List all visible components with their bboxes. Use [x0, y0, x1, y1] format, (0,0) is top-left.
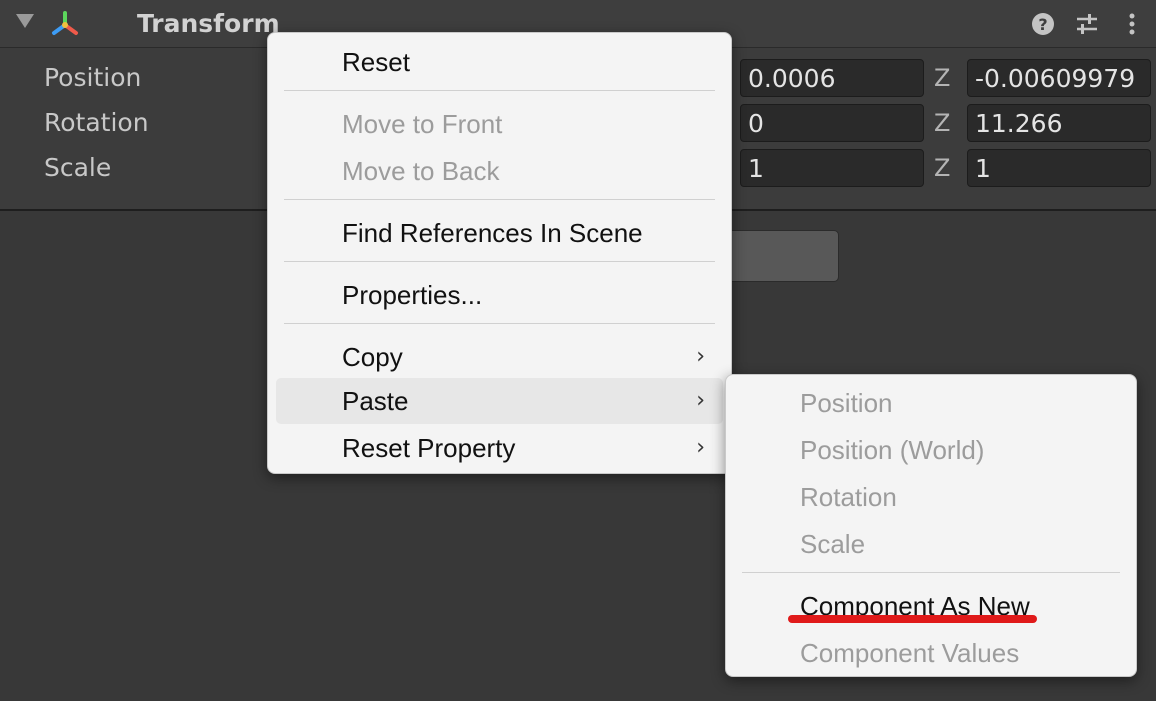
paste-submenu: Position Position (World) Rotation Scale…: [725, 374, 1137, 677]
menu-item-label: Rotation: [800, 482, 897, 512]
menu-separator: [284, 261, 715, 262]
submenu-item-position-world: Position (World): [734, 427, 1128, 473]
menu-item-label: Properties...: [342, 280, 483, 310]
svg-text:?: ?: [1038, 15, 1047, 34]
menu-item-label: Move to Back: [342, 156, 500, 186]
menu-item-label: Copy: [342, 342, 403, 372]
menu-item-move-to-front: Move to Front: [276, 101, 723, 147]
position-x-field[interactable]: 0.0006: [740, 59, 924, 97]
menu-item-reset[interactable]: Reset: [276, 39, 723, 85]
rotation-z-field[interactable]: 11.266: [967, 104, 1151, 142]
scale-z-axis-label[interactable]: Z: [934, 152, 950, 184]
chevron-right-icon: ›: [696, 344, 705, 369]
component-context-menu: Reset Move to Front Move to Back Find Re…: [267, 32, 732, 474]
component-title: Transform: [137, 9, 280, 38]
menu-item-label: Position: [800, 388, 893, 418]
rotation-z-axis-label[interactable]: Z: [934, 107, 950, 139]
submenu-item-position: Position: [734, 380, 1128, 426]
sliders-icon[interactable]: [1073, 10, 1101, 38]
transform-axes-icon: [52, 11, 78, 35]
submenu-item-scale: Scale: [734, 521, 1128, 567]
rotation-label: Rotation: [44, 108, 149, 137]
rotation-x-field[interactable]: 0: [740, 104, 924, 142]
menu-item-label: Reset Property: [342, 433, 516, 463]
menu-item-label: Paste: [342, 386, 409, 416]
position-z-field[interactable]: -0.00609979: [967, 59, 1151, 97]
menu-item-label: Scale: [800, 529, 866, 559]
menu-item-reset-property[interactable]: Reset Property ›: [276, 425, 723, 471]
menu-item-label: Reset: [342, 47, 410, 77]
menu-item-copy[interactable]: Copy ›: [276, 334, 723, 380]
chevron-right-icon: ›: [696, 388, 705, 413]
position-z-axis-label[interactable]: Z: [934, 62, 950, 94]
menu-item-paste[interactable]: Paste ›: [276, 378, 723, 424]
vertical-ellipsis-icon[interactable]: [1118, 10, 1146, 38]
scale-label: Scale: [44, 153, 112, 182]
submenu-item-rotation: Rotation: [734, 474, 1128, 520]
menu-item-label: Component Values: [800, 638, 1020, 668]
position-label: Position: [44, 63, 142, 92]
menu-item-find-references[interactable]: Find References In Scene: [276, 210, 723, 256]
menu-item-move-to-back: Move to Back: [276, 148, 723, 194]
submenu-item-component-values: Component Values: [734, 630, 1128, 676]
menu-item-properties[interactable]: Properties...: [276, 272, 723, 318]
inspector-window: Transform ? Position Rotation Scale 0.00…: [0, 0, 1156, 701]
menu-separator: [284, 199, 715, 200]
menu-separator: [742, 572, 1120, 573]
annotation-underline: [788, 615, 1037, 623]
scale-z-field[interactable]: 1: [967, 149, 1151, 187]
menu-item-label: Find References In Scene: [342, 218, 643, 248]
menu-separator: [284, 90, 715, 91]
chevron-right-icon: ›: [696, 435, 705, 460]
menu-item-label: Position (World): [800, 435, 985, 465]
menu-separator: [284, 323, 715, 324]
question-circle-icon[interactable]: ?: [1029, 10, 1057, 38]
scale-x-field[interactable]: 1: [740, 149, 924, 187]
menu-item-label: Move to Front: [342, 109, 503, 139]
foldout-triangle-icon[interactable]: [16, 14, 34, 28]
